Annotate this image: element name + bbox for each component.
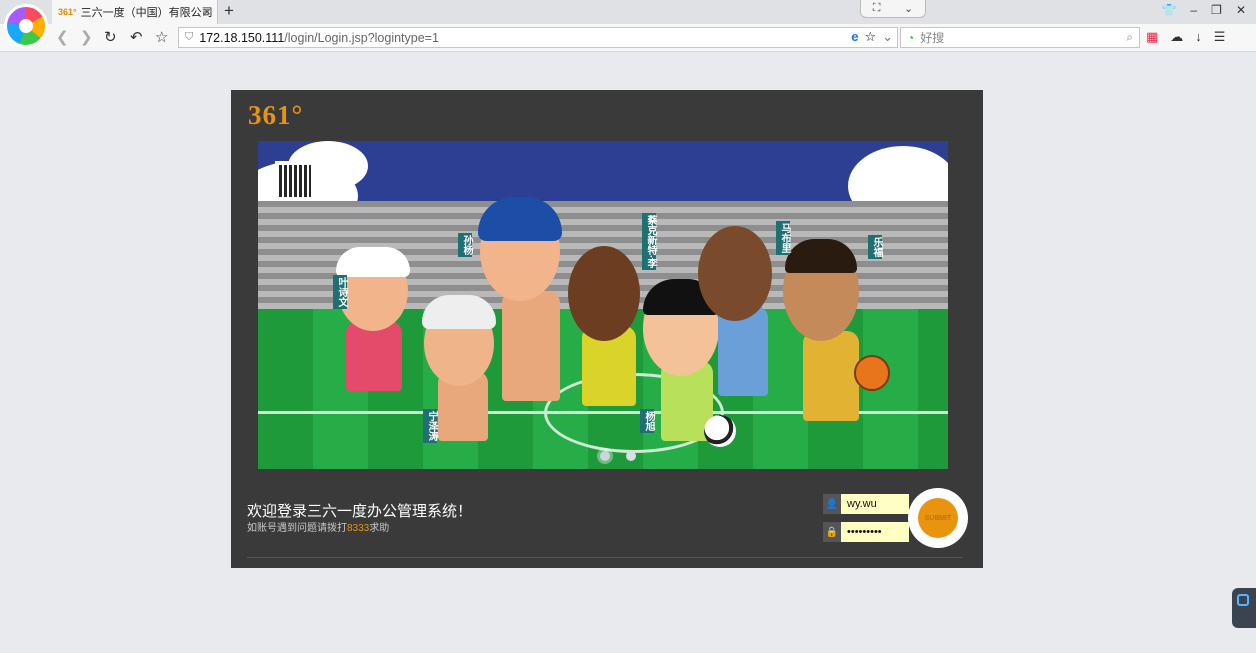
submit-button[interactable]: SUBMIT bbox=[918, 498, 958, 538]
name-tag: 乐福 bbox=[868, 235, 882, 259]
url-path: /login/Login.jsp?logintype=1 bbox=[284, 30, 439, 45]
favorite-star-icon[interactable]: ☆ bbox=[864, 29, 876, 45]
football-icon bbox=[704, 415, 736, 447]
password-field: 🔒 bbox=[823, 522, 909, 542]
shield-icon: ⛉ bbox=[185, 31, 194, 43]
carousel-dots bbox=[600, 451, 636, 461]
chevron-down-icon[interactable]: ⌄ bbox=[904, 2, 913, 15]
divider bbox=[247, 557, 963, 558]
banner-carousel[interactable]: 叶诗文 孙杨 宁泽涛 蔡克新特·李 杨旭 马布里 乐福 bbox=[258, 141, 948, 469]
tab-bar: 361° 三六一度（中国）有限公司 × + ⛶ ⌄ 👕 – ❐ ✕ bbox=[0, 0, 1256, 24]
search-box[interactable]: ◔ 好搜 ⌕ bbox=[900, 27, 1140, 48]
username-field: 👤 bbox=[823, 494, 909, 514]
tab-title: 三六一度（中国）有限公司 bbox=[80, 7, 213, 19]
welcome-title: 欢迎登录三六一度办公管理系统！ bbox=[247, 503, 473, 520]
carousel-dot-1[interactable] bbox=[600, 451, 610, 461]
carousel-dot-2[interactable] bbox=[626, 451, 636, 461]
close-window-icon[interactable]: ✕ bbox=[1236, 3, 1246, 17]
tab-tools: ⛶ ⌄ bbox=[860, 0, 926, 18]
password-input[interactable] bbox=[841, 522, 909, 542]
help-prefix: 如账号遇到问题请拨打 bbox=[247, 523, 347, 534]
name-tag: 叶诗文 bbox=[333, 275, 347, 309]
help-suffix: 求助 bbox=[369, 523, 390, 534]
login-panel: 361° 叶诗文 孙杨 宁泽涛 蔡克新特·李 杨旭 马布里 乐福 欢迎登录三六一… bbox=[231, 90, 983, 568]
basketball-icon bbox=[854, 355, 890, 391]
restore-icon[interactable]: ❐ bbox=[1211, 3, 1222, 17]
window-controls: 👕 – ❐ ✕ bbox=[1162, 3, 1246, 17]
user-icon: 👤 bbox=[823, 494, 841, 514]
address-bar[interactable]: ⛉ 172.18.150.111 /login/Login.jsp?logint… bbox=[178, 27, 898, 48]
side-widget-icon[interactable] bbox=[1232, 588, 1256, 628]
name-tag: 宁泽涛 bbox=[423, 409, 437, 443]
submit-ring: SUBMIT bbox=[908, 488, 968, 548]
favicon-icon: 361° bbox=[58, 7, 77, 17]
url-actions: e ☆ ⌄ bbox=[851, 29, 893, 45]
forward-icon[interactable]: ❯ bbox=[80, 28, 93, 46]
browser-logo-icon[interactable] bbox=[4, 4, 48, 48]
username-input[interactable] bbox=[841, 494, 909, 514]
name-tag: 蔡克新特·李 bbox=[642, 213, 656, 271]
qr-code bbox=[275, 161, 315, 201]
help-number: 8333 bbox=[347, 523, 370, 534]
back-icon[interactable]: ❮ bbox=[56, 28, 69, 46]
menu-icon[interactable]: ☰ bbox=[1214, 29, 1226, 45]
skin-icon[interactable]: 👕 bbox=[1162, 3, 1177, 17]
fullscreen-icon[interactable]: ⛶ bbox=[873, 2, 881, 15]
apps-grid-icon[interactable]: ▦ bbox=[1146, 29, 1158, 45]
cloud-icon[interactable]: ☁ bbox=[1170, 29, 1183, 45]
toolbar-right: ▦ ☁ ↓ ☰ bbox=[1146, 29, 1225, 45]
search-input[interactable]: 好搜 bbox=[920, 29, 944, 46]
brand-logo: 361° bbox=[248, 100, 304, 130]
ie-icon[interactable]: e bbox=[851, 29, 858, 45]
minimize-icon[interactable]: – bbox=[1190, 3, 1197, 17]
lock-icon: 🔒 bbox=[823, 522, 841, 542]
search-icon[interactable]: ⌕ bbox=[1126, 30, 1133, 45]
reload-icon[interactable]: ↻ bbox=[104, 28, 117, 46]
name-tag: 杨旭 bbox=[640, 409, 654, 433]
name-tag: 孙杨 bbox=[458, 233, 472, 257]
url-host: 172.18.150.111 bbox=[199, 30, 285, 45]
tab-close-icon[interactable]: × bbox=[203, 4, 211, 19]
help-text: 如账号遇到问题请拨打8333求助 bbox=[247, 519, 389, 534]
browser-toolbar: ❮ ❯ ↻ ↶ ☆ ⛉ 172.18.150.111 /login/Login.… bbox=[0, 24, 1256, 52]
new-tab-button[interactable]: + bbox=[224, 1, 234, 21]
so-search-icon: ◔ bbox=[907, 30, 915, 45]
browser-tab[interactable]: 361° 三六一度（中国）有限公司 × bbox=[52, 0, 218, 24]
bookmark-star-icon[interactable]: ☆ bbox=[155, 28, 168, 46]
chevron-down-icon[interactable]: ⌄ bbox=[882, 29, 893, 45]
undo-icon[interactable]: ↶ bbox=[130, 28, 143, 46]
name-tag: 马布里 bbox=[776, 221, 790, 255]
download-icon[interactable]: ↓ bbox=[1195, 29, 1202, 45]
